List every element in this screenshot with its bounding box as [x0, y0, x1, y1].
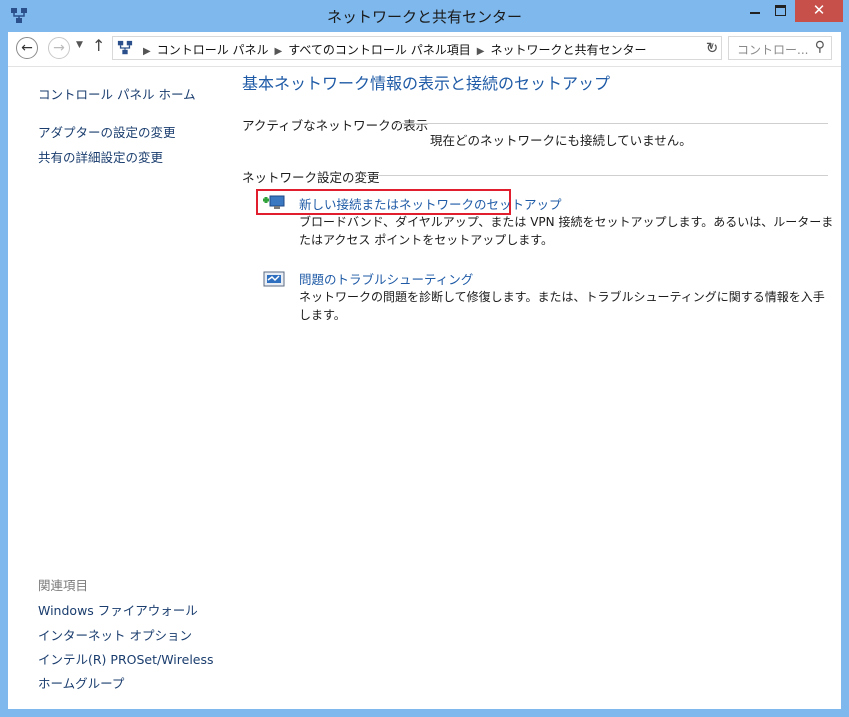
related-link-homegroup[interactable]: ホームグループ — [38, 673, 124, 692]
sidebar-link-advanced-sharing[interactable]: 共有の詳細設定の変更 — [38, 147, 163, 166]
recent-locations-dropdown-icon[interactable]: ▼ — [76, 40, 83, 50]
forward-button[interactable]: → — [48, 37, 70, 59]
breadcrumb: ▶ コントロール パネル ▶ すべてのコントロール パネル項目 ▶ ネットワークと共有セン… — [137, 41, 646, 58]
title-bar[interactable]: ネットワークと共有センター ✕ — [0, 0, 849, 32]
connection-status: 現在どのネットワークにも接続していません。 — [430, 133, 692, 148]
search-box[interactable]: コントロー... ⚲ — [728, 36, 832, 60]
maximize-button[interactable] — [767, 0, 794, 22]
address-bar[interactable]: ▶ コントロール パネル ▶ すべてのコントロール パネル項目 ▶ ネットワークと共有セン… — [112, 36, 722, 60]
related-link-proset-wireless[interactable]: インテル(R) PROSet/Wireless — [38, 649, 214, 668]
window-title: ネットワークと共有センター — [326, 8, 522, 26]
navigation-bar: ← → ▼ ↑ ▶ コントロール パネル ▶ すべてのコントロール パネル項目 ▶ ネット… — [8, 32, 841, 67]
troubleshoot-description: ネットワークの問題を診断して修復します。または、トラブルシューティングに関する情… — [299, 290, 825, 322]
search-placeholder: コントロー... — [737, 43, 809, 57]
page-title: 基本ネットワーク情報の表示と接続のセットアップ — [242, 74, 611, 93]
control-panel-icon — [117, 40, 133, 55]
setup-new-connection-link[interactable]: 新しい接続またはネットワークのセットアップ — [299, 194, 562, 213]
sidebar-link-adapter-settings[interactable]: アダプターの設定の変更 — [38, 122, 176, 141]
breadcrumb-item[interactable]: ネットワークと共有センター — [490, 43, 646, 57]
breadcrumb-separator-icon: ▶ — [274, 46, 283, 57]
troubleshoot-link[interactable]: 問題のトラブルシューティング — [299, 269, 473, 288]
breadcrumb-item[interactable]: すべてのコントロール パネル項目 — [288, 43, 471, 57]
breadcrumb-separator-icon: ▶ — [143, 46, 151, 57]
close-icon: ✕ — [812, 1, 826, 19]
breadcrumb-item[interactable]: コントロール パネル — [157, 43, 269, 57]
change-settings-heading: ネットワーク設定の変更 — [242, 170, 380, 185]
search-icon: ⚲ — [814, 39, 825, 55]
section-divider — [394, 123, 828, 124]
back-button[interactable]: ← — [16, 37, 38, 59]
setup-new-connection-description: ブロードバンド、ダイヤルアップ、または VPN 接続をセットアップします。あるい… — [299, 215, 834, 247]
active-networks-heading: アクティブなネットワークの表示 — [242, 118, 429, 133]
refresh-button[interactable]: ↻ — [700, 36, 724, 60]
close-button[interactable]: ✕ — [795, 0, 843, 22]
sidebar-home-link[interactable]: コントロール パネル ホーム — [38, 84, 196, 103]
related-link-firewall[interactable]: Windows ファイアウォール — [38, 600, 198, 619]
troubleshoot-icon[interactable] — [262, 270, 286, 290]
related-link-internet-options[interactable]: インターネット オプション — [38, 625, 192, 644]
related-heading: 関連項目 — [38, 578, 89, 593]
minimize-button[interactable] — [741, 0, 767, 22]
breadcrumb-separator-icon: ▶ — [476, 46, 485, 57]
section-divider — [366, 175, 828, 176]
client-area: ← → ▼ ↑ ▶ コントロール パネル ▶ すべてのコントロール パネル項目 ▶ ネット… — [8, 32, 841, 709]
up-button[interactable]: ↑ — [92, 36, 105, 55]
window: ネットワークと共有センター ✕ ← → ▼ ↑ ▶ コントロール パネル ▶ すべての… — [0, 0, 849, 717]
